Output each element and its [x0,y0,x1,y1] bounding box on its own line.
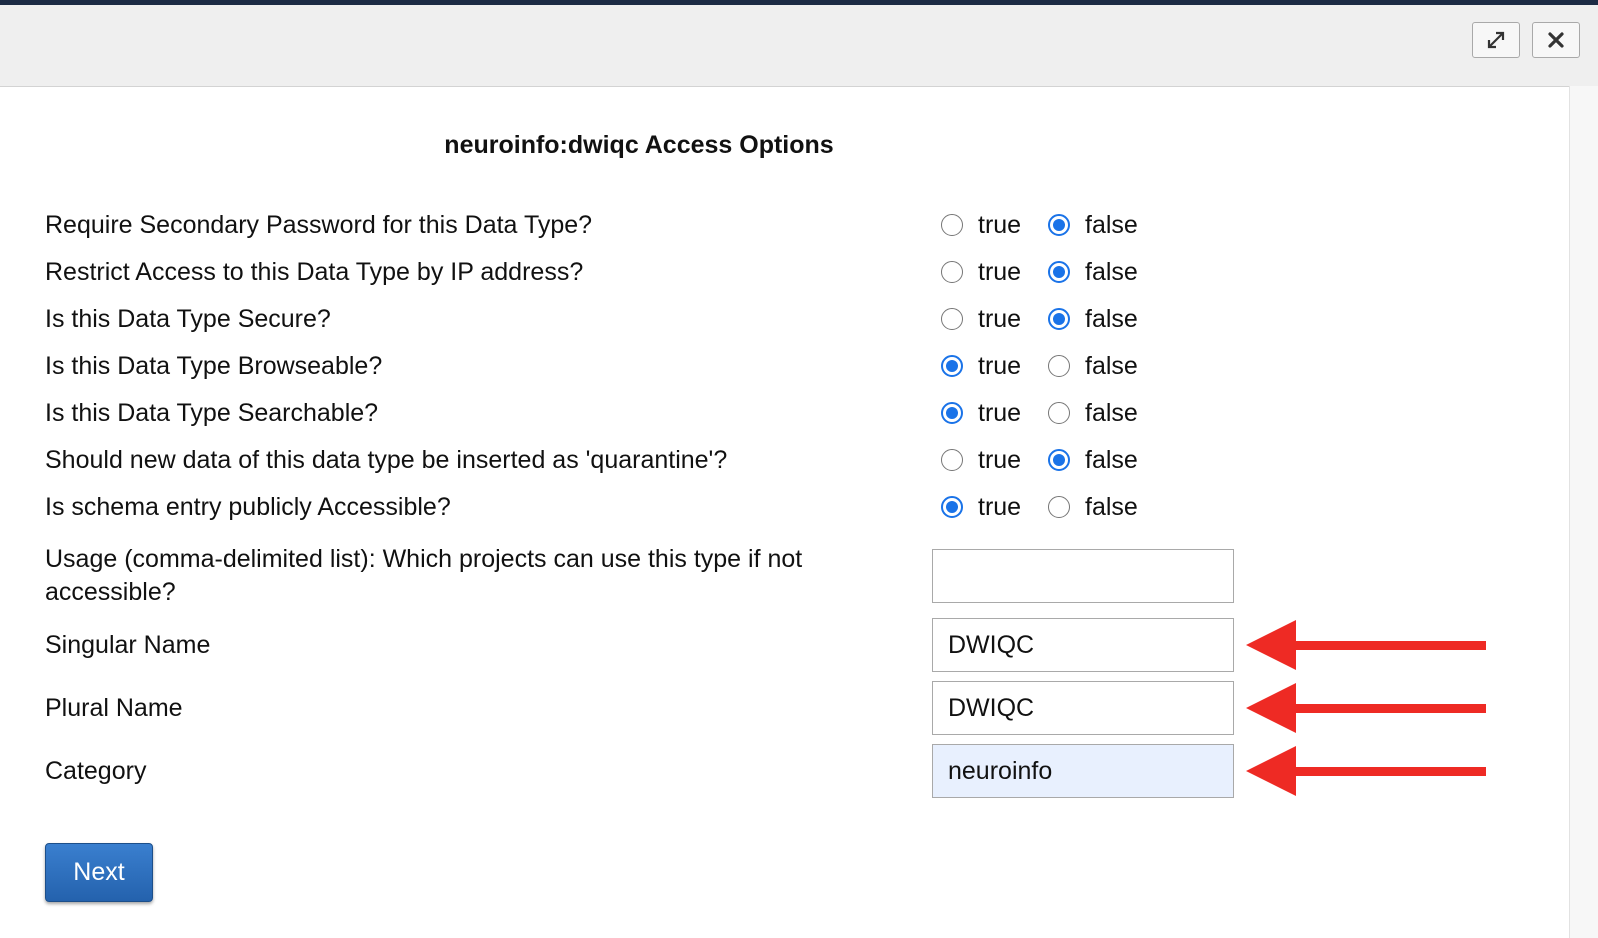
radio-group-quarantine: true false [941,443,1138,477]
radio-false-label: false [1085,445,1138,474]
question-label: Is schema entry publicly Accessible? [45,493,451,521]
singular-name-label: Singular Name [45,631,211,659]
radio-false[interactable] [1048,449,1070,471]
radio-false-label: false [1085,398,1138,427]
radio-group-searchable: true false [941,396,1138,430]
radio-false-label: false [1085,492,1138,521]
radio-false[interactable] [1048,496,1070,518]
category-input[interactable] [932,744,1234,798]
radio-false[interactable] [1048,355,1070,377]
plural-name-input[interactable] [932,681,1234,735]
usage-input[interactable] [932,549,1234,603]
radio-true[interactable] [941,214,963,236]
close-icon [1548,32,1564,48]
radio-true-label: true [978,398,1022,427]
radio-group-browseable: true false [941,349,1138,383]
radio-true[interactable] [941,261,963,283]
radio-true-label: true [978,351,1022,380]
close-button[interactable] [1532,22,1580,58]
radio-false-label: false [1085,304,1138,333]
question-label: Restrict Access to this Data Type by IP … [45,258,584,286]
category-label: Category [45,757,147,785]
dialog-header [0,5,1598,87]
radio-true-label: true [978,304,1022,333]
radio-true[interactable] [941,402,963,424]
question-label: Is this Data Type Secure? [45,305,331,333]
radio-true-label: true [978,492,1022,521]
radio-false[interactable] [1048,214,1070,236]
radio-group-restrict-ip: true false [941,255,1138,289]
radio-true[interactable] [941,355,963,377]
plural-name-label: Plural Name [45,694,183,722]
radio-true[interactable] [941,496,963,518]
next-button[interactable]: Next [45,843,153,902]
radio-true[interactable] [941,449,963,471]
annotation-arrow-icon [1246,620,1486,670]
usage-label: Usage (comma-delimited list): Which proj… [45,545,803,606]
expand-icon [1487,31,1505,49]
form-title: neuroinfo:dwiqc Access Options [444,131,834,159]
radio-false[interactable] [1048,261,1070,283]
radio-false[interactable] [1048,308,1070,330]
question-label: Require Secondary Password for this Data… [45,211,593,239]
radio-group-public-access: true false [941,490,1138,524]
radio-true-label: true [978,445,1022,474]
scrollbar-track[interactable] [1569,86,1598,938]
radio-group-secure: true false [941,302,1138,336]
question-label: Is this Data Type Browseable? [45,352,383,380]
expand-button[interactable] [1472,22,1520,58]
question-label: Should new data of this data type be ins… [45,446,728,474]
radio-false-label: false [1085,351,1138,380]
singular-name-input[interactable] [932,618,1234,672]
radio-false-label: false [1085,210,1138,239]
radio-group-secondary-password: true false [941,208,1138,242]
radio-false-label: false [1085,257,1138,286]
annotation-arrow-icon [1246,683,1486,733]
radio-true[interactable] [941,308,963,330]
radio-false[interactable] [1048,402,1070,424]
annotation-arrow-icon [1246,746,1486,796]
radio-true-label: true [978,210,1022,239]
question-label: Is this Data Type Searchable? [45,399,379,427]
radio-true-label: true [978,257,1022,286]
